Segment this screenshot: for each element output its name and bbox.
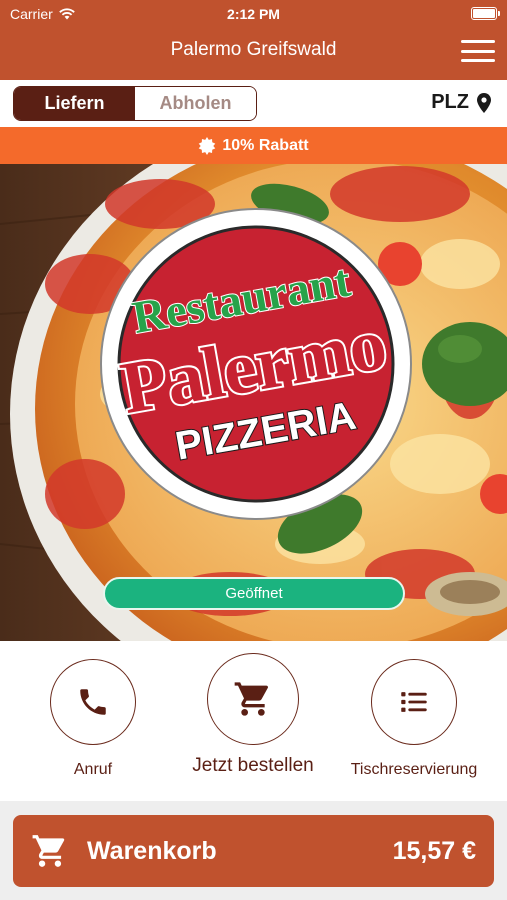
page-title: Palermo Greifswald xyxy=(170,39,337,60)
tab-liefern[interactable]: Liefern xyxy=(14,87,135,120)
tab-abholen[interactable]: Abholen xyxy=(135,87,256,120)
pizza-photo: Restaurant Palermo PIZZERIA xyxy=(0,164,507,641)
table-reservation-action[interactable]: Tischreservierung xyxy=(329,659,499,779)
phone-icon xyxy=(80,689,106,715)
discount-text: 10% Rabatt xyxy=(222,136,309,154)
cart-total: 15,57 € xyxy=(392,836,476,865)
call-label: Anruf xyxy=(73,761,113,778)
order-now-label: Jetzt bestellen xyxy=(192,755,314,776)
table-reservation-label: Tischreservierung xyxy=(350,761,478,778)
hamburger-menu-icon[interactable] xyxy=(461,38,495,64)
status-time: 2:12 PM xyxy=(227,6,280,22)
top-bar: Carrier 2:12 PM Palermo Greifswald xyxy=(0,0,507,80)
battery-icon xyxy=(471,7,500,20)
cart-button[interactable]: Warenkorb 15,57 € xyxy=(13,815,494,887)
cart-icon xyxy=(234,682,268,716)
order-mode-row: Liefern Abholen PLZ xyxy=(0,80,507,127)
delivery-mode-segment: Liefern Abholen xyxy=(13,86,257,121)
hero-image: Restaurant Palermo PIZZERIA Geöffnet xyxy=(0,164,507,641)
order-now-action[interactable]: Jetzt bestellen xyxy=(168,653,338,777)
cart-icon xyxy=(32,835,65,867)
list-icon xyxy=(401,692,427,712)
order-now-button[interactable] xyxy=(207,653,299,745)
cart-label: Warenkorb xyxy=(87,836,217,865)
plz-label: PLZ xyxy=(431,91,469,113)
status-bar: Carrier 2:12 PM xyxy=(0,0,507,28)
call-action[interactable]: Anruf xyxy=(8,659,178,779)
table-reservation-button[interactable] xyxy=(371,659,457,745)
restaurant-logo: Restaurant Palermo PIZZERIA xyxy=(100,208,412,520)
discount-badge-icon xyxy=(199,136,216,155)
discount-banner: 10% Rabatt xyxy=(0,127,507,164)
location-pin-icon xyxy=(477,92,491,113)
call-button[interactable] xyxy=(50,659,136,745)
quick-actions: Anruf Jetzt bestellen Tischreservierung xyxy=(0,641,507,801)
cart-footer: Warenkorb 15,57 € xyxy=(0,801,507,900)
open-status-badge: Geöffnet xyxy=(103,577,405,610)
plz-selector[interactable]: PLZ xyxy=(431,91,491,114)
